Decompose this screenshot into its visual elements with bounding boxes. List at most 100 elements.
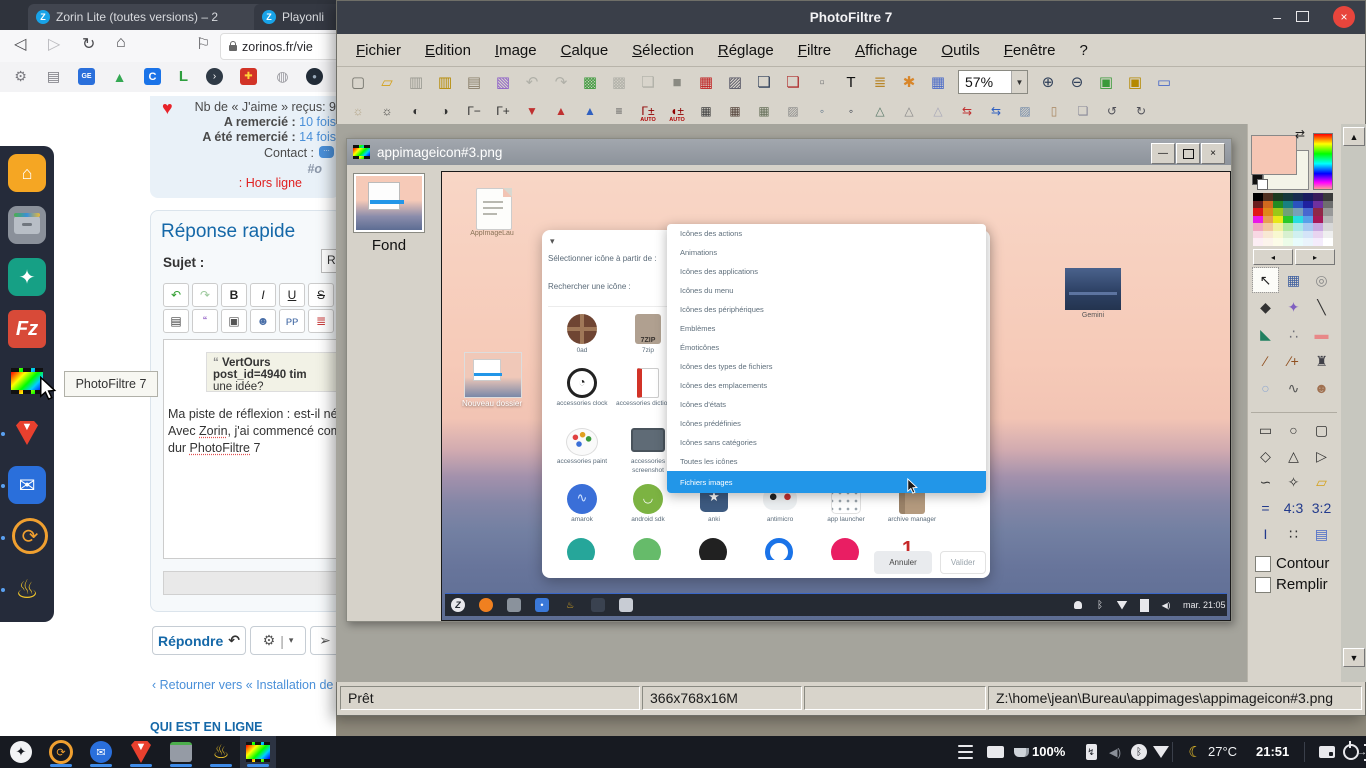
palette-color[interactable] xyxy=(1293,201,1303,209)
auto-levels-icon[interactable]: Γ±AUTO xyxy=(635,100,661,122)
text-icon[interactable]: T xyxy=(838,70,864,94)
brightness-minus-icon[interactable]: ☼ xyxy=(345,100,371,122)
category-item[interactable]: Icônes sans catégories xyxy=(667,433,986,452)
wifi-icon[interactable] xyxy=(1148,739,1174,765)
palette-color[interactable] xyxy=(1283,216,1293,224)
fit-window-icon[interactable]: ▣ xyxy=(1122,70,1148,94)
triangle-shape-icon[interactable]: △ xyxy=(1281,444,1306,468)
dock-screenshot-icon[interactable]: ✦ xyxy=(8,258,46,296)
taskbar-files-icon[interactable] xyxy=(168,739,194,765)
resize-selection-icon[interactable]: ∷ xyxy=(1281,522,1306,546)
globe-bookmark-icon[interactable]: ◍ xyxy=(274,68,291,85)
icon-partial-black[interactable] xyxy=(699,538,727,560)
message-icon[interactable]: … xyxy=(319,146,334,158)
lasso-shape-icon[interactable]: ∽ xyxy=(1253,470,1278,494)
icon-partial-green[interactable] xyxy=(633,538,661,560)
palette-color[interactable] xyxy=(1303,216,1313,224)
palette-icon[interactable]: ▦ xyxy=(693,70,719,94)
close-button[interactable]: × xyxy=(1333,6,1355,28)
saturation-plus-icon[interactable]: ▲ xyxy=(548,100,574,122)
palette-color[interactable] xyxy=(1293,223,1303,231)
palette-color[interactable] xyxy=(1253,231,1263,239)
note-icon[interactable]: ▣ xyxy=(221,309,247,333)
zoom-out-icon[interactable]: ⊖ xyxy=(1064,70,1090,94)
cylinder-icon[interactable]: ▯ xyxy=(1041,100,1067,122)
maximize-button[interactable] xyxy=(1296,11,1309,22)
open-selection-icon[interactable]: ▱ xyxy=(1309,470,1334,494)
menu-item[interactable]: Image xyxy=(484,38,548,63)
icon-amarok[interactable]: ∿ xyxy=(550,484,614,514)
brush-tool-icon[interactable]: ∕ xyxy=(1253,349,1278,373)
palette-color[interactable] xyxy=(1283,223,1293,231)
palette-color[interactable] xyxy=(1263,216,1273,224)
palette-color[interactable] xyxy=(1323,216,1333,224)
image-minimize-button[interactable]: — xyxy=(1151,143,1175,164)
redo-icon[interactable]: ↷ xyxy=(548,70,574,94)
rectangle-shape-icon[interactable]: ▭ xyxy=(1253,418,1278,442)
image-window-title-bar[interactable]: appimageicon#3.png xyxy=(347,139,1231,165)
new-icon[interactable]: ▢ xyxy=(345,70,371,94)
rotate-left-icon[interactable]: ↺ xyxy=(1099,100,1125,122)
c-bookmark-icon[interactable]: C xyxy=(144,68,161,85)
arrow-tool-icon[interactable]: ↖ xyxy=(1253,268,1278,292)
scroll-down-icon[interactable]: ▼ xyxy=(1343,648,1365,667)
levels-icon[interactable]: ≡ xyxy=(606,100,632,122)
taskbar-thunderbird-icon[interactable]: ✉ xyxy=(88,739,114,765)
menu-item[interactable]: Affichage xyxy=(844,38,928,63)
reply-submit-button[interactable]: Répondre ↶ xyxy=(152,626,246,655)
reload-button[interactable]: ↻ xyxy=(82,34,95,54)
image-disabled-icon[interactable]: ▩ xyxy=(606,70,632,94)
strike-button[interactable]: S xyxy=(308,283,334,307)
module-icon[interactable]: ▦ xyxy=(925,70,951,94)
palette-next-button[interactable]: ▸ xyxy=(1295,249,1335,265)
category-item[interactable]: Émoticônes xyxy=(667,338,986,357)
save-icon[interactable]: ▥ xyxy=(403,70,429,94)
palette-color[interactable] xyxy=(1323,193,1333,201)
ratio-3-2-icon[interactable]: 3:2 xyxy=(1309,496,1334,520)
alpha-icon[interactable]: ▨ xyxy=(1012,100,1038,122)
zoom-in-icon[interactable]: ⊕ xyxy=(1035,70,1061,94)
category-item[interactable]: Icônes prédéfinies xyxy=(667,414,986,433)
gamma-plus-icon[interactable]: Γ+ xyxy=(490,100,516,122)
palette-color[interactable] xyxy=(1313,208,1323,216)
category-item[interactable]: Animations xyxy=(667,243,986,262)
rounded-rect-shape-icon[interactable]: ▢ xyxy=(1309,418,1334,442)
palette-color[interactable] xyxy=(1253,238,1263,246)
tray-menu-icon[interactable] xyxy=(952,739,978,765)
underline-button[interactable]: U xyxy=(279,283,305,307)
category-item[interactable]: Toutes les icônes xyxy=(667,452,986,471)
palette-color[interactable] xyxy=(1293,216,1303,224)
combo-arrow-icon[interactable]: ▼ xyxy=(1011,71,1027,93)
blur-icon[interactable]: ◦ xyxy=(809,100,835,122)
palette-color[interactable] xyxy=(1273,216,1283,224)
scroll-up-icon[interactable]: ▲ xyxy=(1343,127,1365,146)
menu-item[interactable]: Fenêtre xyxy=(993,38,1067,63)
clone-stamp-tool-icon[interactable]: ♜ xyxy=(1309,349,1334,373)
save-as-icon[interactable]: ▥ xyxy=(432,70,458,94)
layer-name[interactable]: Fond xyxy=(353,237,425,254)
palette-color[interactable] xyxy=(1273,208,1283,216)
palette-color[interactable] xyxy=(1253,193,1263,201)
sharpen-icon[interactable]: ◦ xyxy=(838,100,864,122)
image-icon[interactable]: ▩ xyxy=(577,70,603,94)
saturation-minus-icon[interactable]: ▼ xyxy=(519,100,545,122)
category-item-selected[interactable]: Fichiers images xyxy=(667,471,986,493)
dock-files-icon[interactable] xyxy=(8,206,46,244)
smudge-tool-icon[interactable]: ∿ xyxy=(1281,376,1306,400)
palette-color[interactable] xyxy=(1293,231,1303,239)
image-close-button[interactable]: × xyxy=(1201,143,1225,164)
taskbar-teapot-icon[interactable]: ♨ xyxy=(208,739,234,765)
palette-color[interactable] xyxy=(1253,223,1263,231)
dock-brave-icon[interactable]: ▼ xyxy=(8,414,46,452)
gamma-minus-icon[interactable]: Γ− xyxy=(461,100,487,122)
open-icon[interactable]: ▱ xyxy=(374,70,400,94)
menu-item[interactable]: ? xyxy=(1068,38,1098,63)
layer-thumbnail[interactable] xyxy=(353,173,425,233)
crest-bookmark-icon[interactable]: ✚ xyxy=(240,68,257,85)
bold-button[interactable]: B xyxy=(221,283,247,307)
archive-bookmark-icon[interactable]: ▤ xyxy=(45,68,62,85)
palette-color[interactable] xyxy=(1323,201,1333,209)
category-item[interactable]: Icônes d'états xyxy=(667,395,986,414)
contour-checkbox[interactable] xyxy=(1255,556,1271,572)
fill-tool-icon[interactable]: ◣ xyxy=(1253,322,1278,346)
